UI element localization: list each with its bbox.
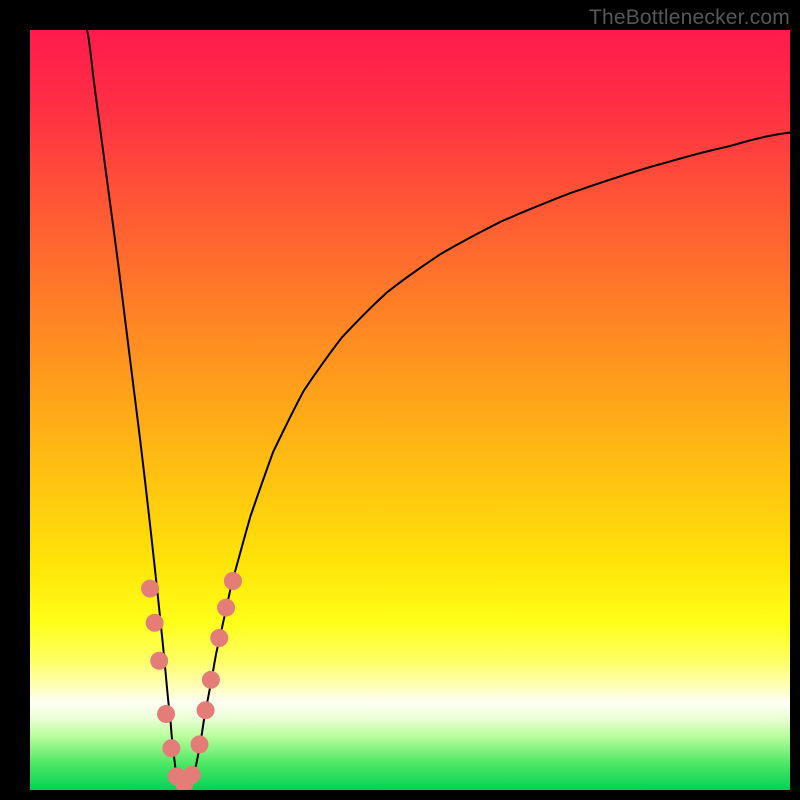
- marker-dot: [141, 580, 159, 598]
- marker-dot: [202, 671, 220, 689]
- watermark-text: TheBottlenecker.com: [589, 6, 790, 30]
- marker-dot: [210, 629, 228, 647]
- marker-dot: [162, 739, 180, 757]
- curve-right-branch: [190, 133, 790, 787]
- marker-dot: [190, 735, 208, 753]
- marker-dot: [197, 701, 215, 719]
- marker-dot: [217, 599, 235, 617]
- curves-layer: [30, 30, 790, 790]
- marker-dot: [157, 705, 175, 723]
- marker-dot: [183, 766, 201, 784]
- marker-dot: [150, 652, 168, 670]
- curve-left-branch: [87, 30, 178, 786]
- chart-root: TheBottlenecker.com: [0, 0, 800, 800]
- marker-dot: [224, 572, 242, 590]
- plot-area: [30, 30, 790, 790]
- marker-dot: [146, 614, 164, 632]
